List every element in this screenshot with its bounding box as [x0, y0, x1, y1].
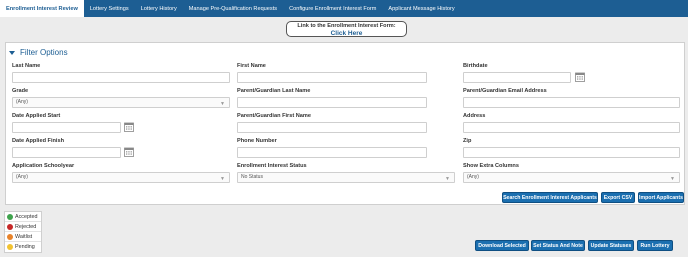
top-nav: Enrollment Interest Review Lottery Setti… — [0, 0, 688, 17]
chevron-down-icon: ▼ — [220, 101, 225, 107]
legend-pending: Pending — [5, 242, 41, 252]
calendar-icon[interactable] — [124, 122, 134, 132]
phone-number-input[interactable] — [237, 147, 427, 158]
tab-pre-qualification-requests[interactable]: Manage Pre-Qualification Requests — [183, 0, 283, 17]
guardian-last-name-label: Parent/Guardian Last Name — [237, 88, 311, 94]
form-link-box: Link to the Enrollment Interest Form: Cl… — [286, 21, 407, 37]
legend-waitlist: Waitlist — [5, 232, 41, 242]
filter-panel: Filter Options Last Name First Name Birt… — [5, 42, 685, 205]
filter-options-toggle[interactable]: Filter Options — [9, 48, 68, 57]
date-applied-finish-input[interactable] — [12, 147, 121, 158]
waitlist-status-icon — [7, 233, 13, 240]
last-name-label: Last Name — [12, 63, 41, 69]
form-link-text: Link to the Enrollment Interest Form: — [297, 23, 396, 29]
zip-label: Zip — [463, 138, 472, 144]
status-select-value: No Status — [241, 174, 263, 180]
calendar-icon[interactable] — [124, 147, 134, 157]
phone-number-label: Phone Number — [237, 138, 277, 144]
guardian-email-label: Parent/Guardian Email Address — [463, 88, 547, 94]
search-applicants-button[interactable]: Search Enrollment Interest Applicants — [502, 192, 598, 203]
show-extra-columns-select[interactable]: (Any) ▼ — [463, 172, 680, 183]
address-input[interactable] — [463, 122, 680, 133]
date-applied-start-label: Date Applied Start — [12, 113, 61, 119]
status-legend: Accepted Rejected Waitlist Pending — [4, 211, 42, 253]
grade-label: Grade — [12, 88, 29, 94]
rejected-status-icon — [7, 223, 13, 230]
first-name-label: First Name — [237, 63, 266, 69]
tab-enrollment-interest-review[interactable]: Enrollment Interest Review — [0, 0, 84, 17]
export-csv-button[interactable]: Export CSV — [601, 192, 635, 203]
date-applied-finish-label: Date Applied Finish — [12, 138, 65, 144]
zip-input[interactable] — [463, 147, 680, 158]
guardian-first-name-label: Parent/Guardian First Name — [237, 113, 311, 119]
set-status-and-note-button[interactable]: Set Status And Note — [531, 240, 585, 251]
legend-accepted: Accepted — [5, 212, 41, 222]
birthdate-label: Birthdate — [463, 63, 488, 69]
calendar-icon[interactable] — [575, 72, 585, 82]
tab-applicant-message-history[interactable]: Applicant Message History — [382, 0, 460, 17]
grade-select-value: (Any) — [16, 99, 28, 105]
update-statuses-button[interactable]: Update Statuses — [588, 240, 634, 251]
legend-accepted-label: Accepted — [15, 213, 38, 220]
birthdate-input[interactable] — [463, 72, 571, 83]
pending-status-icon — [7, 244, 13, 250]
chevron-down-icon: ▼ — [670, 176, 675, 182]
chevron-down-icon: ▼ — [445, 176, 450, 182]
import-applicants-button[interactable]: Import Applicants — [638, 192, 684, 203]
legend-pending-label: Pending — [15, 244, 35, 250]
tab-lottery-settings[interactable]: Lottery Settings — [84, 0, 135, 17]
run-lottery-button[interactable]: Run Lottery — [637, 240, 673, 251]
last-name-input[interactable] — [12, 72, 230, 83]
address-label: Address — [463, 113, 486, 119]
download-selected-button[interactable]: Download Selected — [475, 240, 529, 251]
grade-select[interactable]: (Any) ▼ — [12, 97, 230, 108]
chevron-down-icon: ▼ — [220, 176, 225, 182]
enrollment-status-select[interactable]: No Status ▼ — [237, 172, 455, 183]
extra-columns-select-value: (Any) — [467, 174, 479, 180]
guardian-last-name-input[interactable] — [237, 97, 427, 108]
enrollment-status-label: Enrollment Interest Status — [237, 163, 307, 169]
schoolyear-select-value: (Any) — [16, 174, 28, 180]
application-schoolyear-select[interactable]: (Any) ▼ — [12, 172, 230, 183]
filter-options-title: Filter Options — [20, 48, 68, 57]
show-extra-columns-label: Show Extra Columns — [463, 163, 519, 169]
accepted-status-icon — [7, 213, 13, 220]
tab-configure-form[interactable]: Configure Enrollment Interest Form — [283, 0, 382, 17]
legend-rejected-label: Rejected — [15, 223, 37, 230]
first-name-input[interactable] — [237, 72, 427, 83]
legend-waitlist-label: Waitlist — [15, 233, 33, 240]
application-schoolyear-label: Application Schoolyear — [12, 163, 75, 169]
tab-lottery-history[interactable]: Lottery History — [135, 0, 183, 17]
guardian-first-name-input[interactable] — [237, 122, 427, 133]
date-applied-start-input[interactable] — [12, 122, 121, 133]
guardian-email-input[interactable] — [463, 97, 680, 108]
legend-rejected: Rejected — [5, 222, 41, 232]
click-here-link[interactable]: Click Here — [287, 30, 406, 37]
caret-down-icon — [9, 50, 15, 55]
